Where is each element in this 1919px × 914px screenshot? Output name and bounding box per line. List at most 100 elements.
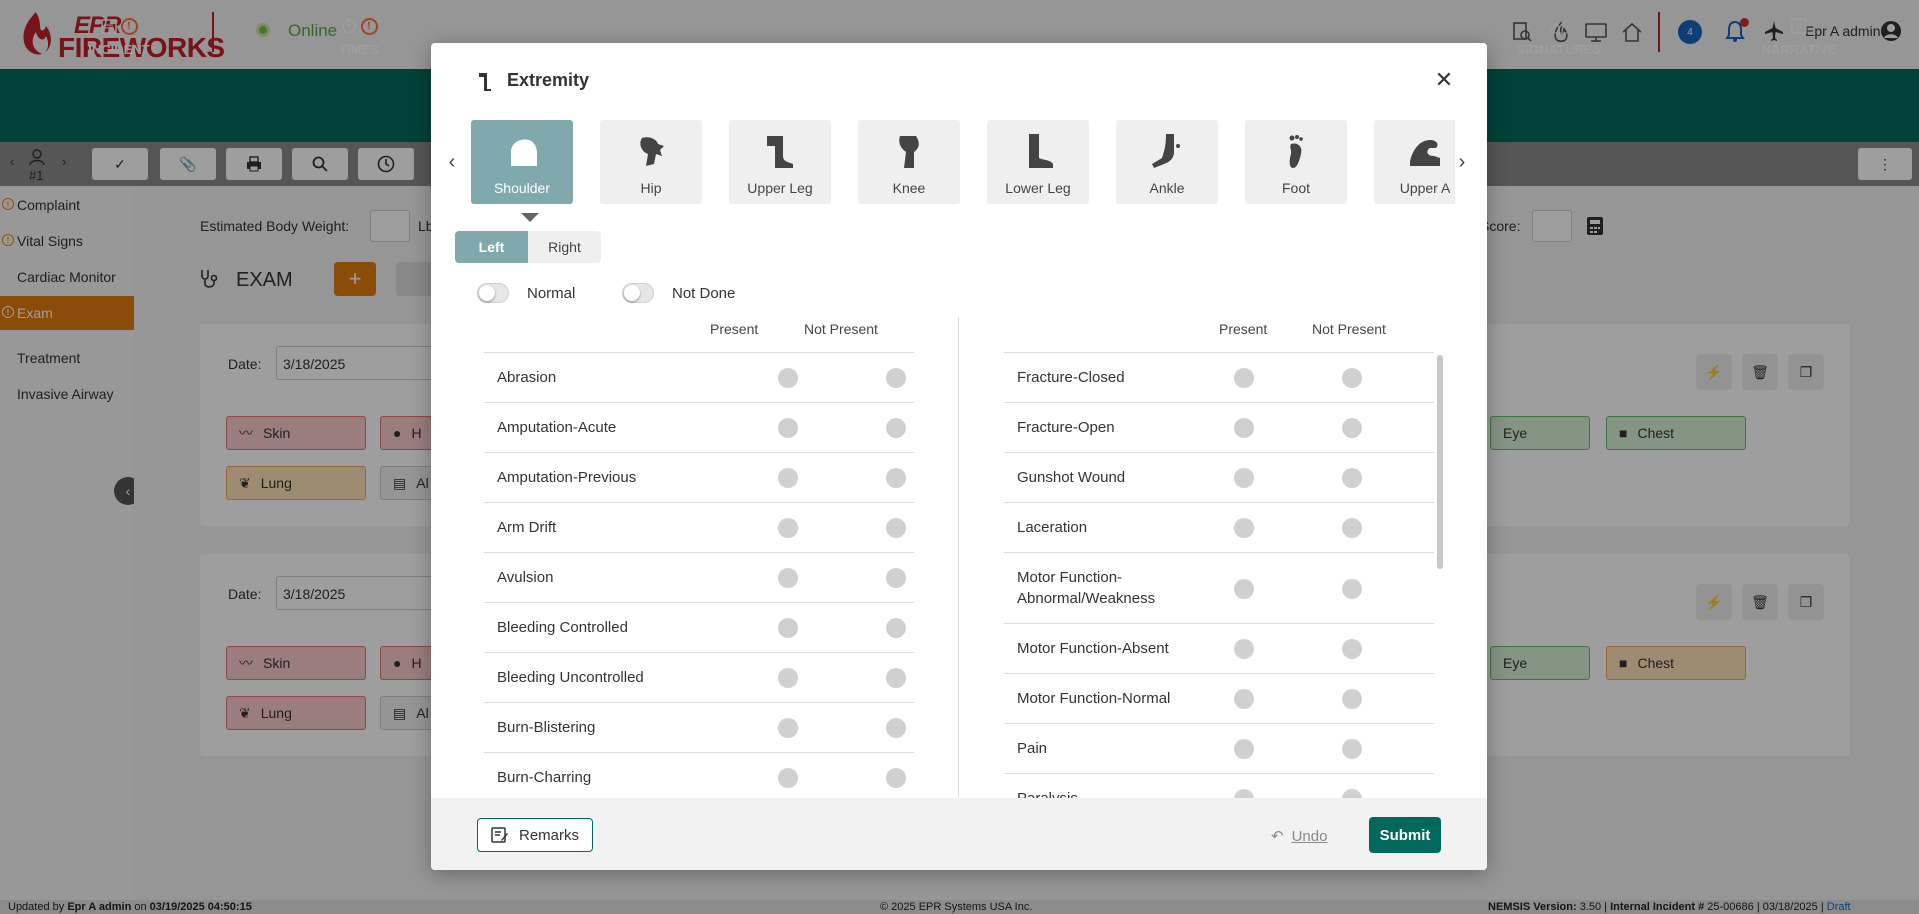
not-present-radio[interactable] — [886, 718, 906, 738]
body-part-shoulder[interactable]: Shoulder — [471, 120, 573, 204]
finding-row: Laceration — [1004, 502, 1434, 552]
body-part-ankle[interactable]: Ankle — [1116, 120, 1218, 204]
present-radio[interactable] — [1234, 518, 1254, 538]
finding-label: Amputation-Acute — [497, 419, 617, 436]
not-present-radio[interactable] — [1342, 739, 1362, 759]
not-done-toggle[interactable] — [622, 283, 654, 303]
foot-icon — [1289, 135, 1303, 168]
finding-row: Fracture-Closed — [1004, 352, 1434, 402]
selected-indicator — [521, 213, 539, 222]
not-present-radio[interactable] — [1342, 468, 1362, 488]
ankle-icon — [1152, 134, 1180, 168]
finding-row: Amputation-Previous — [484, 452, 914, 502]
finding-label: Arm Drift — [497, 519, 557, 536]
body-part-upper-leg[interactable]: Upper Leg — [729, 120, 831, 204]
present-radio[interactable] — [1234, 418, 1254, 438]
not-present-radio[interactable] — [886, 468, 906, 488]
present-radio[interactable] — [1234, 739, 1254, 759]
not-present-radio[interactable] — [886, 518, 906, 538]
present-radio[interactable] — [778, 568, 798, 588]
not-present-radio[interactable] — [1342, 639, 1362, 659]
not-present-radio[interactable] — [886, 668, 906, 688]
chevron-left-icon: ‹ — [448, 150, 456, 173]
body-part-hip[interactable]: Hip — [600, 120, 702, 204]
present-radio[interactable] — [1234, 639, 1254, 659]
finding-row: Bleeding Controlled — [484, 602, 914, 652]
side-right-button[interactable]: Right — [528, 231, 601, 263]
not-present-radio[interactable] — [886, 368, 906, 388]
extremity-modal: Extremity ✕ ‹ › Shoulder Hip Upper Leg K… — [431, 43, 1487, 870]
finding-row: Fracture-Open — [1004, 402, 1434, 452]
side-left-button[interactable]: Left — [455, 231, 528, 263]
present-radio[interactable] — [778, 518, 798, 538]
finding-label: Burn-Charring — [497, 769, 592, 786]
finding-row: Amputation-Acute — [484, 402, 914, 452]
present-radio[interactable] — [1234, 368, 1254, 388]
not-present-radio[interactable] — [886, 618, 906, 638]
finding-label: Motor Function-Abnormal/Weakness — [1017, 569, 1156, 607]
finding-row: Gunshot Wound — [1004, 452, 1434, 502]
body-part-upper-arm[interactable]: Upper A — [1374, 120, 1455, 204]
knee-icon — [899, 136, 919, 168]
body-part-label: Foot — [1281, 180, 1310, 196]
finding-label: Fracture-Closed — [1017, 369, 1125, 386]
not-present-radio[interactable] — [886, 568, 906, 588]
body-part-lower-leg[interactable]: Lower Leg — [987, 120, 1089, 204]
finding-label: Laceration — [1017, 519, 1088, 536]
normal-toggle[interactable] — [477, 283, 509, 303]
body-part-prev-button[interactable]: ‹ — [445, 147, 459, 177]
finding-row: Pain — [1004, 723, 1434, 773]
side-toggle: Left Right — [455, 231, 601, 263]
finding-row: Abrasion — [484, 352, 914, 402]
right-col-present-header: Present — [1219, 321, 1268, 337]
upper-arm-icon — [1410, 140, 1440, 166]
not-present-radio[interactable] — [1342, 418, 1362, 438]
extremity-icon — [479, 73, 491, 91]
body-part-label: Hip — [640, 180, 662, 196]
present-radio[interactable] — [1234, 468, 1254, 488]
present-radio[interactable] — [778, 418, 798, 438]
finding-label: Fracture-Open — [1017, 419, 1115, 436]
chevron-right-icon: › — [1458, 150, 1466, 173]
finding-label: Motor Function-Normal — [1017, 690, 1171, 707]
present-radio[interactable] — [778, 668, 798, 688]
left-col-not-present-header: Not Present — [804, 321, 878, 337]
close-button[interactable]: ✕ — [1431, 67, 1457, 93]
finding-row: Burn-Blistering — [484, 702, 914, 752]
not-present-radio[interactable] — [1342, 368, 1362, 388]
not-present-radio[interactable] — [886, 768, 906, 788]
finding-label: Abrasion — [497, 369, 557, 386]
finding-label: Amputation-Previous — [497, 469, 637, 486]
body-part-foot[interactable]: Foot — [1245, 120, 1347, 204]
undo-button[interactable]: ↶ Undo — [1271, 823, 1327, 849]
not-present-radio[interactable] — [1342, 689, 1362, 709]
body-part-label: Knee — [892, 180, 926, 196]
present-radio[interactable] — [778, 718, 798, 738]
present-radio[interactable] — [778, 768, 798, 788]
present-radio[interactable] — [778, 468, 798, 488]
body-part-label: Shoulder — [493, 180, 551, 196]
findings-scrollbar[interactable] — [1437, 355, 1443, 569]
not-present-radio[interactable] — [886, 418, 906, 438]
not-present-radio[interactable] — [1342, 578, 1362, 599]
body-part-label: Ankle — [1149, 180, 1185, 196]
body-part-knee[interactable]: Knee — [858, 120, 960, 204]
normal-label: Normal — [527, 285, 576, 302]
remarks-button[interactable]: Remarks — [477, 818, 593, 852]
finding-label: Bleeding Controlled — [497, 619, 628, 636]
finding-row: Bleeding Uncontrolled — [484, 652, 914, 702]
finding-label: Gunshot Wound — [1017, 469, 1126, 486]
finding-label: Motor Function-Absent — [1017, 640, 1169, 657]
present-radio[interactable] — [778, 368, 798, 388]
present-radio[interactable] — [1234, 578, 1254, 599]
present-radio[interactable] — [1234, 689, 1254, 709]
body-part-label: Lower Leg — [1005, 180, 1071, 196]
finding-row: Motor Function-Absent — [1004, 623, 1434, 673]
not-done-label: Not Done — [672, 285, 736, 302]
close-icon: ✕ — [1434, 67, 1454, 92]
submit-button[interactable]: Submit — [1369, 817, 1441, 853]
left-col-present-header: Present — [710, 321, 759, 337]
not-present-radio[interactable] — [1342, 518, 1362, 538]
body-part-next-button[interactable]: › — [1455, 147, 1469, 177]
present-radio[interactable] — [778, 618, 798, 638]
